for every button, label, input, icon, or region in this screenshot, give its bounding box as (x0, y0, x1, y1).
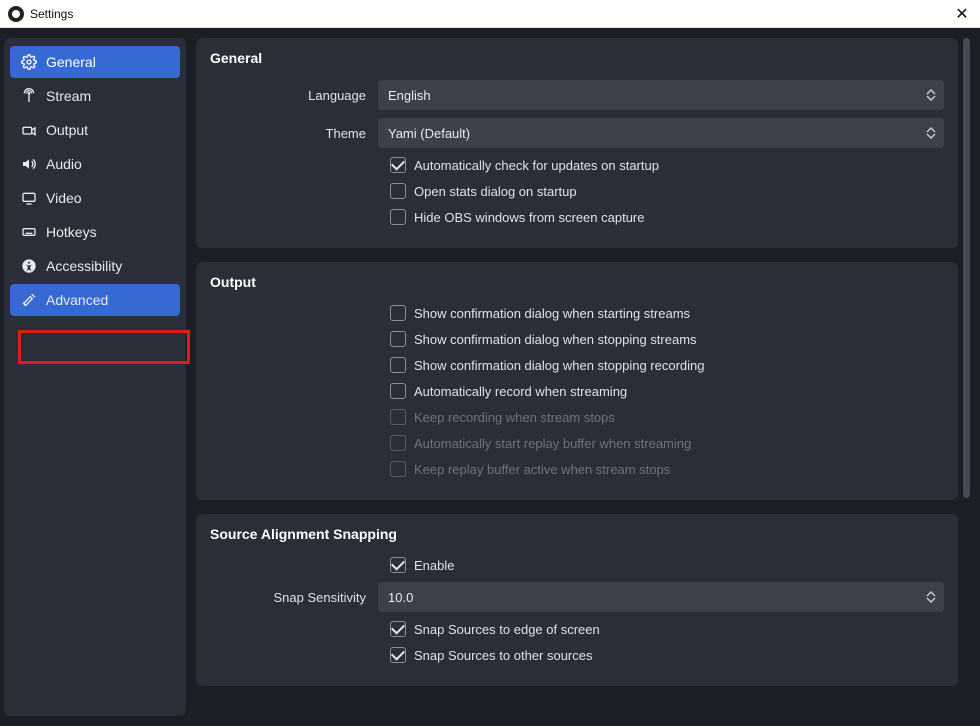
scrollbar[interactable] (960, 38, 970, 716)
theme-select[interactable]: Yami (Default) (378, 118, 944, 148)
check-confirm-stop-recording[interactable]: Show confirmation dialog when stopping r… (210, 352, 944, 378)
sidebar-item-video[interactable]: Video (10, 182, 180, 214)
panel-general: General Language English Theme (196, 38, 958, 248)
check-label: Open stats dialog on startup (414, 184, 577, 199)
updown-icon (924, 582, 938, 612)
theme-label: Theme (210, 126, 378, 141)
sidebar-item-label: Hotkeys (46, 225, 97, 239)
check-label: Hide OBS windows from screen capture (414, 210, 644, 225)
check-snap-enable[interactable]: Enable (210, 552, 944, 578)
check-label: Keep recording when stream stops (414, 410, 615, 425)
check-auto-record-streaming[interactable]: Automatically record when streaming (210, 378, 944, 404)
close-button[interactable]: ✕ (952, 4, 972, 24)
language-value: English (388, 88, 431, 103)
window-title: Settings (30, 7, 73, 21)
check-auto-updates[interactable]: Automatically check for updates on start… (210, 152, 944, 178)
check-confirm-start-stream[interactable]: Show confirmation dialog when starting s… (210, 300, 944, 326)
check-label: Automatically record when streaming (414, 384, 627, 399)
sidebar-item-label: Accessibility (46, 259, 122, 273)
sidebar-item-advanced[interactable]: Advanced (10, 284, 180, 316)
checkbox-icon (390, 305, 406, 321)
row-snap-sensitivity: Snap Sensitivity 10.0 (210, 578, 944, 616)
panel-snapping: Source Alignment Snapping Enable Snap Se… (196, 514, 958, 686)
snap-sensitivity-label: Snap Sensitivity (210, 590, 378, 605)
app-icon (8, 6, 24, 22)
checkbox-icon (390, 461, 406, 477)
checkbox-icon (390, 157, 406, 173)
settings-sidebar: General Stream Output Audio Video (4, 38, 186, 716)
check-keep-replay-buffer: Keep replay buffer active when stream st… (210, 456, 944, 482)
panel-title: Output (210, 274, 944, 290)
checkbox-icon (390, 435, 406, 451)
check-confirm-stop-stream[interactable]: Show confirmation dialog when stopping s… (210, 326, 944, 352)
sidebar-item-general[interactable]: General (10, 46, 180, 78)
updown-icon (924, 118, 938, 148)
check-label: Show confirmation dialog when stopping r… (414, 358, 705, 373)
checkbox-icon (390, 383, 406, 399)
sidebar-item-label: Advanced (46, 293, 108, 307)
sidebar-item-label: General (46, 55, 96, 69)
check-snap-other-sources[interactable]: Snap Sources to other sources (210, 642, 944, 668)
sidebar-item-accessibility[interactable]: Accessibility (10, 250, 180, 282)
check-label: Show confirmation dialog when stopping s… (414, 332, 697, 347)
settings-content: General Language English Theme (196, 38, 970, 716)
app-body: General Stream Output Audio Video (0, 28, 980, 726)
checkbox-icon (390, 621, 406, 637)
sidebar-item-label: Output (46, 123, 88, 137)
check-label: Automatically check for updates on start… (414, 158, 659, 173)
check-open-stats[interactable]: Open stats dialog on startup (210, 178, 944, 204)
checkbox-icon (390, 647, 406, 663)
snap-sensitivity-input[interactable]: 10.0 (378, 582, 944, 612)
sidebar-item-hotkeys[interactable]: Hotkeys (10, 216, 180, 248)
checkbox-icon (390, 209, 406, 225)
checkbox-icon (390, 409, 406, 425)
check-label: Keep replay buffer active when stream st… (414, 462, 670, 477)
check-label: Enable (414, 558, 454, 573)
antenna-icon (20, 88, 38, 104)
check-label: Show confirmation dialog when starting s… (414, 306, 690, 321)
theme-value: Yami (Default) (388, 126, 470, 141)
updown-icon (924, 80, 938, 110)
check-label: Snap Sources to edge of screen (414, 622, 600, 637)
sidebar-item-output[interactable]: Output (10, 114, 180, 146)
check-auto-replay-buffer: Automatically start replay buffer when s… (210, 430, 944, 456)
accessibility-icon (20, 258, 38, 274)
keyboard-icon (20, 224, 38, 240)
panel-title: General (210, 50, 944, 66)
tools-icon (20, 292, 38, 308)
language-select[interactable]: English (378, 80, 944, 110)
sidebar-item-stream[interactable]: Stream (10, 80, 180, 112)
check-hide-obs-windows[interactable]: Hide OBS windows from screen capture (210, 204, 944, 230)
checkbox-icon (390, 183, 406, 199)
language-label: Language (210, 88, 378, 103)
checkbox-icon (390, 557, 406, 573)
sidebar-item-label: Stream (46, 89, 91, 103)
monitor-icon (20, 190, 38, 206)
panel-output: Output Show confirmation dialog when sta… (196, 262, 958, 500)
check-snap-screen-edge[interactable]: Snap Sources to edge of screen (210, 616, 944, 642)
row-language: Language English (210, 76, 944, 114)
speaker-icon (20, 156, 38, 172)
camera-icon (20, 122, 38, 138)
snap-sensitivity-value: 10.0 (388, 590, 413, 605)
gear-icon (20, 54, 38, 70)
checkbox-icon (390, 357, 406, 373)
panel-title: Source Alignment Snapping (210, 526, 944, 542)
check-label: Automatically start replay buffer when s… (414, 436, 691, 451)
check-label: Snap Sources to other sources (414, 648, 593, 663)
sidebar-item-audio[interactable]: Audio (10, 148, 180, 180)
check-keep-recording: Keep recording when stream stops (210, 404, 944, 430)
sidebar-item-label: Audio (46, 157, 82, 171)
scrollbar-thumb[interactable] (963, 38, 970, 498)
window-titlebar: Settings ✕ (0, 0, 980, 28)
checkbox-icon (390, 331, 406, 347)
row-theme: Theme Yami (Default) (210, 114, 944, 152)
sidebar-item-label: Video (46, 191, 82, 205)
